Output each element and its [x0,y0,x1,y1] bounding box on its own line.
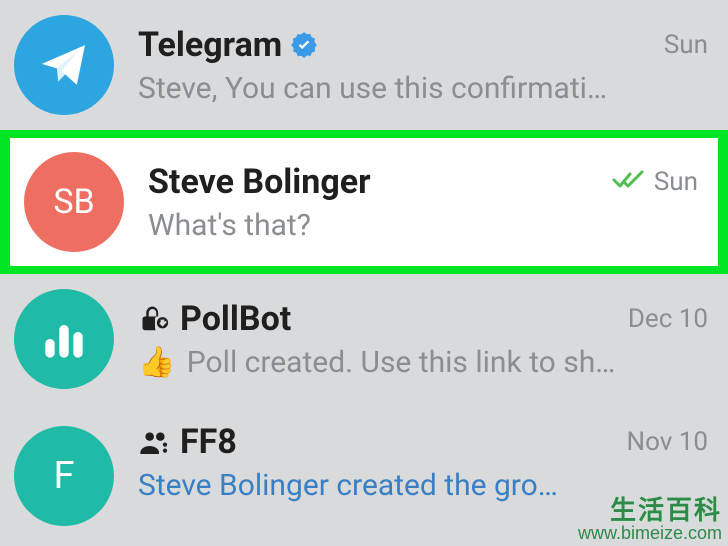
chat-preview: What's that? [148,208,648,243]
avatar-telegram [14,15,114,115]
chat-preview: Steve, You can use this confirmati… [138,71,638,106]
avatar-initials: SB [24,152,124,252]
bars-icon [36,311,92,367]
chat-row-telegram[interactable]: Telegram Sun Steve, You can use this con… [0,0,728,130]
paper-plane-icon [36,37,92,93]
verified-icon [290,31,318,59]
chat-list: Telegram Sun Steve, You can use this con… [0,0,728,540]
chat-content: FF8 Nov 10 Steve Bolinger created the gr… [138,422,708,503]
chat-header: Steve Bolinger Sun [148,162,698,202]
chat-content: Telegram Sun Steve, You can use this con… [138,25,708,106]
chat-content: Steve Bolinger Sun What's that? [148,162,698,243]
chat-time: Dec 10 [628,304,708,334]
chat-row-ff8[interactable]: F FF8 [0,404,728,540]
avatar-text: SB [53,182,94,222]
chat-row-pollbot[interactable]: PollBot Dec 10 👍 Poll created. Use this … [0,274,728,404]
group-icon [138,425,172,459]
chat-preview: 👍 Poll created. Use this link to sh… [138,345,638,380]
chat-header: FF8 Nov 10 [138,422,708,462]
chat-preview: Steve Bolinger created the gro… [138,468,638,503]
read-receipt-icon [612,168,646,196]
chat-preview-text: Poll created. Use this link to sh… [179,345,615,380]
chat-title: Telegram [138,25,282,65]
chat-time: Nov 10 [627,427,708,457]
thumbs-up-emoji: 👍 [138,345,175,380]
lock-icon [138,302,172,336]
avatar-pollbot [14,289,114,389]
chat-title: FF8 [180,422,237,462]
chat-time: Sun [654,167,698,197]
avatar-text: F [53,454,74,498]
chat-content: PollBot Dec 10 👍 Poll created. Use this … [138,299,708,380]
chat-header: PollBot Dec 10 [138,299,708,339]
avatar-initials: F [14,426,114,526]
chat-time: Sun [664,30,708,60]
chat-title: PollBot [180,299,291,339]
chat-row-steve-bolinger[interactable]: SB Steve Bolinger Sun What's that? [0,130,728,274]
chat-title: Steve Bolinger [148,162,371,202]
chat-header: Telegram Sun [138,25,708,65]
